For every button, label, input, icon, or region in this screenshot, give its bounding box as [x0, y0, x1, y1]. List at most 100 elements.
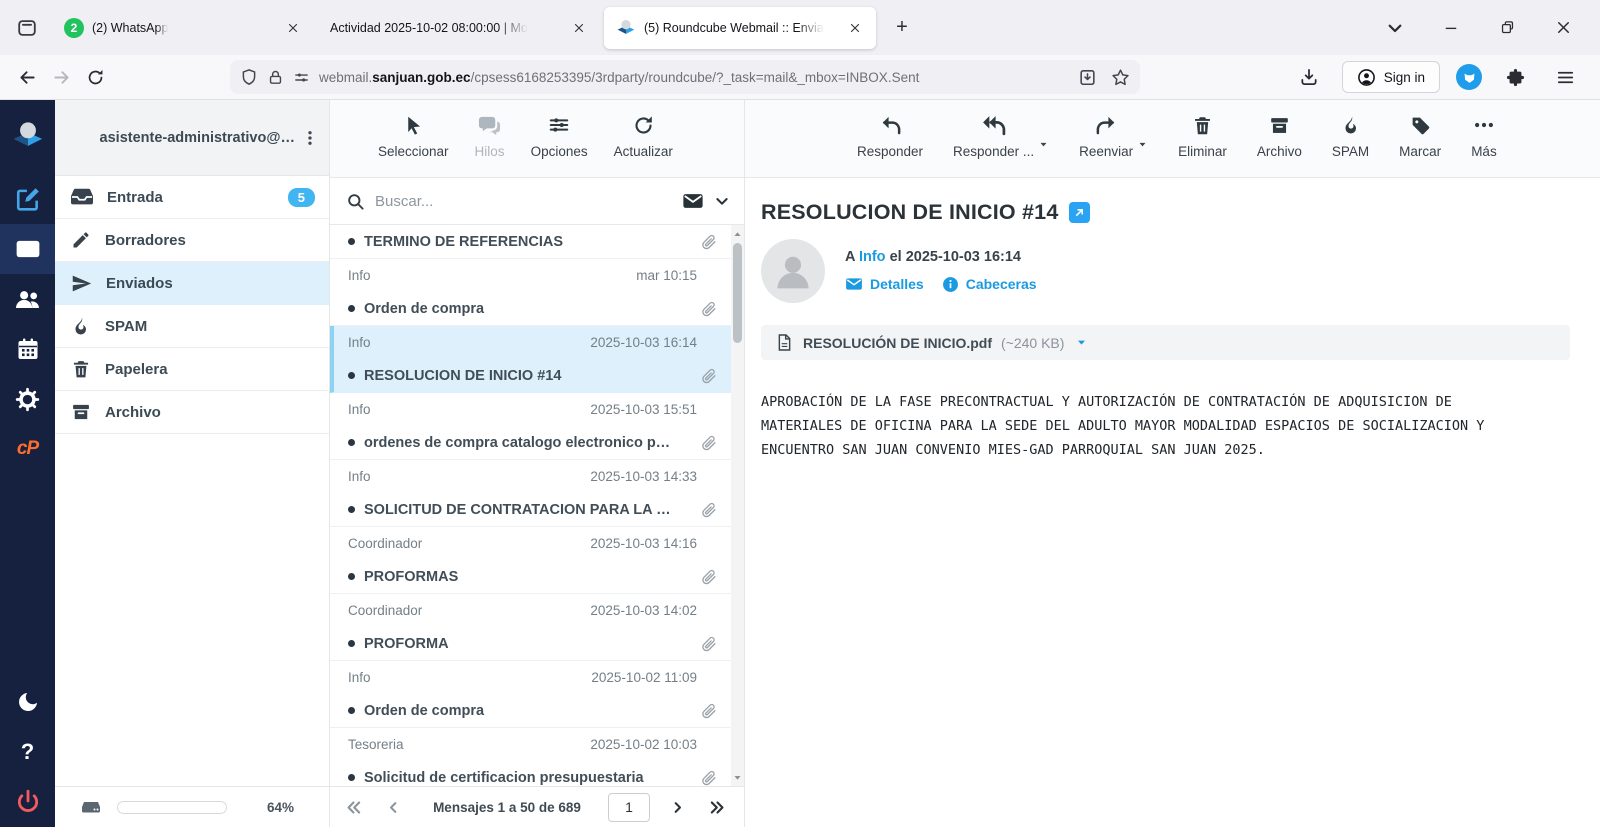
pdf-file-icon [775, 333, 794, 352]
cpanel-button[interactable]: cP [0, 424, 55, 474]
page-number-input[interactable] [608, 793, 650, 822]
attachment-name[interactable]: RESOLUCIÓN DE INICIO.pdf [803, 335, 992, 351]
message-subject: Solicitud de certificacion presupuestari… [364, 770, 692, 786]
options-button[interactable]: Opciones [531, 113, 588, 159]
reply-button[interactable]: Responder [857, 113, 923, 159]
bookmark-star-icon[interactable] [1111, 68, 1130, 87]
list-item[interactable]: Infomar 10:15 Orden de compra [330, 259, 731, 326]
downloads-icon[interactable] [1292, 61, 1326, 93]
list-scrollbar[interactable] [731, 225, 744, 786]
last-page-button[interactable] [704, 794, 730, 820]
fox-extension-icon[interactable] [1456, 64, 1482, 90]
delete-button[interactable]: Eliminar [1178, 113, 1227, 159]
back-button[interactable] [10, 61, 44, 93]
search-options-chevron-icon[interactable] [714, 193, 730, 209]
tab-actividad[interactable]: Actividad 2025-10-02 08:00:00 | Mo [318, 7, 600, 49]
tab-close-icon[interactable] [568, 17, 590, 39]
tab-close-icon[interactable] [844, 17, 866, 39]
url-path: /cpsess6168253395/3rdparty/roundcube/?_t… [471, 70, 920, 85]
attachment-menu-icon[interactable] [1075, 336, 1088, 349]
list-item[interactable]: Coordinador2025-10-03 14:16 PROFORMAS [330, 527, 731, 594]
address-bar[interactable]: webmail.sanjuan.gob.ec/cpsess6168253395/… [230, 60, 1140, 94]
send-icon [71, 273, 92, 294]
archive-icon [71, 402, 91, 422]
list-item[interactable]: Tesoreria2025-10-02 10:03 Solicitud de c… [330, 728, 731, 786]
forward-button[interactable] [44, 61, 78, 93]
button-label: SPAM [1332, 144, 1369, 159]
folder-spam[interactable]: SPAM [55, 305, 329, 348]
settings-nav-button[interactable] [0, 374, 55, 424]
reload-button[interactable] [78, 61, 112, 93]
first-page-button[interactable] [340, 794, 366, 820]
mark-button[interactable]: Marcar [1399, 113, 1441, 159]
threads-icon [478, 113, 501, 137]
permissions-icon[interactable] [293, 69, 310, 86]
save-page-icon[interactable] [1078, 68, 1097, 87]
folder-entrada[interactable]: Entrada 5 [55, 176, 329, 219]
minimize-button[interactable] [1436, 13, 1466, 43]
message-sender: Info [348, 670, 591, 685]
headers-link[interactable]: Cabeceras [942, 276, 1037, 293]
more-button[interactable]: Más [1471, 113, 1497, 159]
prev-page-button[interactable] [380, 794, 406, 820]
calendar-nav-button[interactable] [0, 324, 55, 374]
message-sender: Info [348, 402, 590, 417]
sign-in-button[interactable]: Sign in [1342, 61, 1440, 93]
spam-button[interactable]: SPAM [1332, 113, 1369, 159]
menu-hamburger-icon[interactable] [1548, 61, 1582, 93]
refresh-button[interactable]: Actualizar [614, 113, 673, 159]
folder-papelera[interactable]: Papelera [55, 348, 329, 391]
details-link[interactable]: Detalles [845, 275, 924, 293]
close-window-button[interactable] [1548, 13, 1578, 43]
forward-dropdown-icon[interactable] [1137, 139, 1148, 150]
tab-close-icon[interactable] [282, 17, 304, 39]
reply-all-dropdown-icon[interactable] [1038, 139, 1049, 150]
firefox-view-button[interactable] [10, 11, 44, 45]
envelope-icon [845, 275, 863, 293]
tracking-shield-icon[interactable] [240, 68, 258, 86]
reply-all-button[interactable]: Responder ... [953, 113, 1034, 159]
list-item[interactable]: Info2025-10-03 15:51 ordenes de compra c… [330, 393, 731, 460]
account-header[interactable]: asistente-administrativo@… [55, 100, 329, 176]
forward-button[interactable]: Reenviar [1079, 113, 1133, 159]
list-item[interactable]: TERMINO DE REFERENCIAS [330, 225, 731, 259]
unread-dot [348, 305, 355, 312]
scroll-up-icon[interactable] [731, 227, 744, 241]
archive-button[interactable]: Archivo [1257, 113, 1302, 159]
list-item[interactable]: Info2025-10-02 11:09 Orden de compra [330, 661, 731, 728]
dark-mode-toggle[interactable] [0, 677, 55, 727]
tab-roundcube-active[interactable]: (5) Roundcube Webmail :: Envia [604, 7, 876, 49]
list-item-selected[interactable]: Info2025-10-03 16:14 RESOLUCION DE INICI… [330, 326, 731, 393]
list-item[interactable]: Coordinador2025-10-03 14:02 PROFORMA [330, 594, 731, 661]
folder-archivo[interactable]: Archivo [55, 391, 329, 434]
search-input[interactable] [375, 193, 672, 210]
extensions-puzzle-icon[interactable] [1498, 61, 1532, 93]
quota-progress [117, 801, 227, 814]
list-item[interactable]: Info2025-10-03 14:33 SOLICITUD DE CONTRA… [330, 460, 731, 527]
account-menu-icon[interactable] [301, 129, 319, 147]
list-all-tabs-icon[interactable] [1380, 13, 1410, 43]
scroll-down-icon[interactable] [731, 770, 744, 784]
restore-button[interactable] [1492, 13, 1522, 43]
next-page-button[interactable] [664, 794, 690, 820]
threads-button[interactable]: Hilos [475, 113, 505, 159]
folder-enviados[interactable]: Enviados [55, 262, 329, 305]
lock-icon[interactable] [267, 69, 284, 86]
folder-borradores[interactable]: Borradores [55, 219, 329, 262]
unread-dot [348, 707, 355, 714]
logout-button[interactable] [0, 777, 55, 827]
compose-button[interactable] [0, 174, 55, 224]
mail-nav-button[interactable] [0, 224, 55, 274]
contacts-nav-button[interactable] [0, 274, 55, 324]
tab-whatsapp[interactable]: 2 (2) WhatsApp [52, 7, 314, 49]
recipient-link[interactable]: Info [859, 249, 886, 265]
search-scope-icon[interactable] [682, 190, 704, 212]
scrollbar-thumb[interactable] [733, 243, 742, 343]
attachment-bar[interactable]: RESOLUCIÓN DE INICIO.pdf (~240 KB) [761, 325, 1570, 360]
new-tab-button[interactable]: + [886, 12, 918, 44]
flame-icon [1341, 113, 1361, 137]
ellipsis-icon [1473, 113, 1495, 137]
help-button[interactable]: ? [0, 727, 55, 777]
open-in-new-window-icon[interactable] [1069, 202, 1090, 223]
select-button[interactable]: Seleccionar [378, 113, 449, 159]
